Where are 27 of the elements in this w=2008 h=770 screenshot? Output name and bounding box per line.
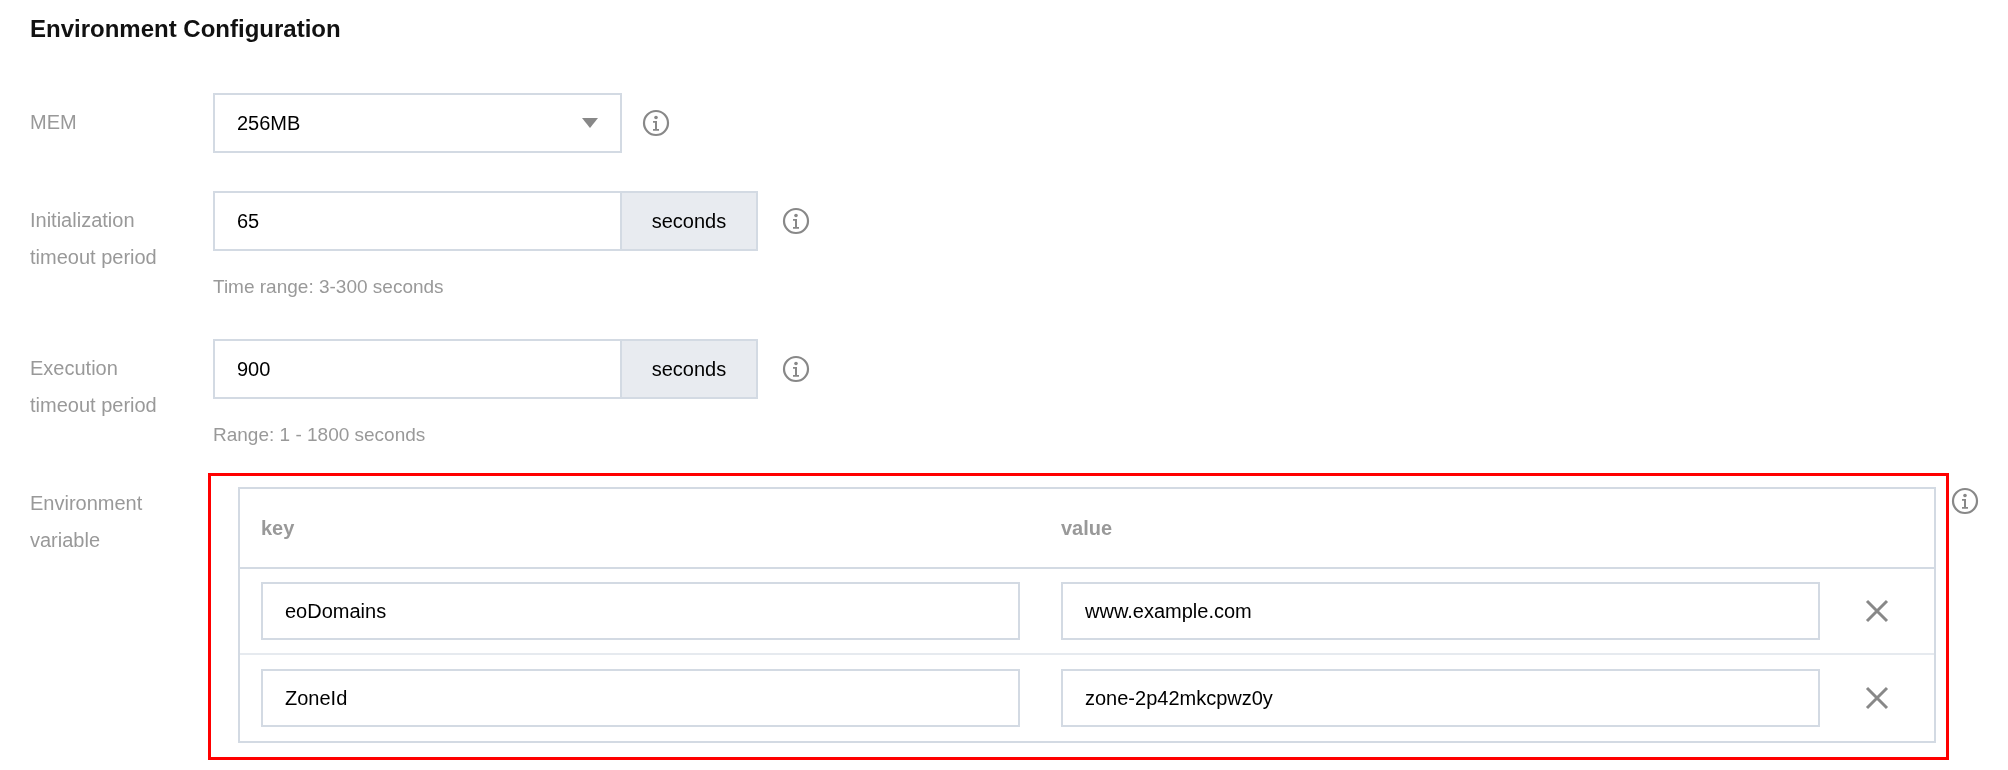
- column-header: value: [1061, 517, 1113, 539]
- info-icon[interactable]: [1951, 487, 1979, 515]
- hint-text: Range: 1 - 1800 seconds: [213, 423, 427, 447]
- field-label: Execution timeout period: [30, 356, 158, 418]
- caret-icon: [582, 118, 598, 128]
- memory-select[interactable]: 256MB: [213, 93, 622, 153]
- close-icon: [1865, 599, 1889, 623]
- field-label: MEM: [30, 110, 78, 135]
- column-header: key: [261, 517, 295, 539]
- value-input[interactable]: zone-2p42mkcpwz0y: [1061, 669, 1820, 727]
- remove-button[interactable]: [1863, 684, 1891, 712]
- remove-button[interactable]: [1863, 597, 1891, 625]
- timeout-input[interactable]: 65: [213, 191, 622, 251]
- field-label: Initialization timeout period: [30, 208, 158, 270]
- hint-text: Time range: 3-300 seconds: [213, 275, 445, 299]
- field-label: Environment variable: [30, 491, 144, 553]
- timeout-input[interactable]: 900: [213, 339, 622, 399]
- key-input[interactable]: eoDomains: [261, 582, 1020, 640]
- value-input[interactable]: www.example.com: [1061, 582, 1820, 640]
- info-icon[interactable]: [642, 109, 670, 137]
- section-title: Environment Configuration: [29, 14, 341, 44]
- key-input[interactable]: ZoneId: [261, 669, 1020, 727]
- info-icon[interactable]: [782, 355, 810, 383]
- close-icon: [1865, 686, 1889, 710]
- info-icon[interactable]: [782, 207, 810, 235]
- unit-addon: seconds: [622, 191, 758, 251]
- unit-addon: seconds: [622, 339, 758, 399]
